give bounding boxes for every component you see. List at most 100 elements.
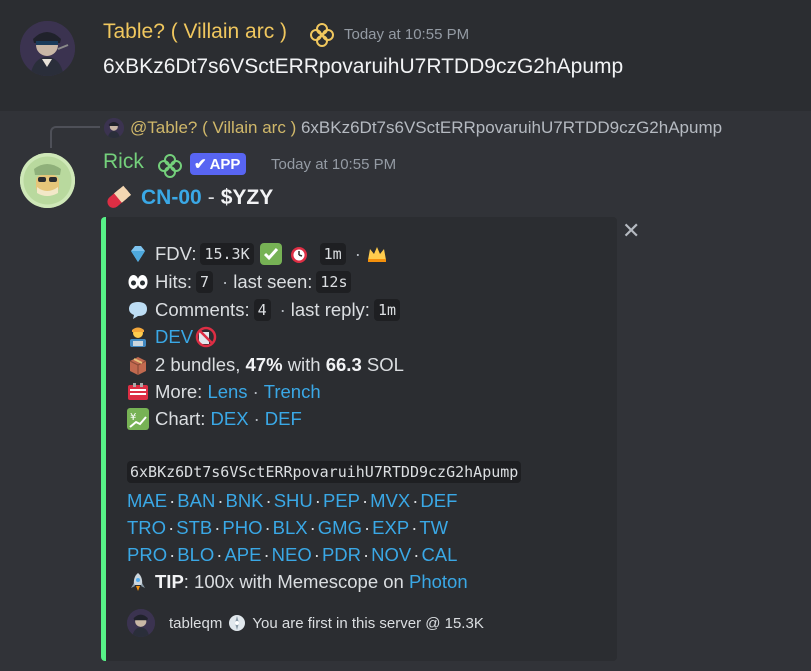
dot-separator: ·: [222, 271, 229, 292]
no-entry-icon: [195, 326, 217, 348]
dot-separator: ·: [413, 544, 420, 565]
dot-separator: ·: [279, 299, 286, 320]
fdv-age: 1m: [319, 243, 346, 265]
reply-avatar: [104, 118, 124, 138]
last-reply-value: 1m: [373, 299, 401, 321]
link-gmg[interactable]: GMG: [318, 517, 362, 539]
flower-role-icon: [157, 153, 183, 184]
username-table[interactable]: Table? ( Villain arc ): [103, 20, 287, 44]
dot-separator: ·: [309, 517, 316, 538]
user-avatar-table[interactable]: [20, 21, 75, 76]
dot-separator: ·: [313, 544, 320, 565]
tip-text: : 100x with Memescope on: [183, 571, 404, 592]
reply-preview[interactable]: @Table? ( Villain arc ) 6xBKz6Dt7s6VSctE…: [130, 118, 722, 138]
dot-separator: ·: [253, 408, 260, 429]
link-cal[interactable]: CAL: [421, 544, 457, 566]
reply-content: 6xBKz6Dt7s6VSctERRpovaruihU7RTDD9czG2hAp…: [300, 118, 723, 137]
dot-separator: ·: [265, 490, 272, 511]
check-mark-icon: [259, 243, 282, 265]
def-link[interactable]: DEF: [265, 408, 302, 430]
link-pro[interactable]: PRO: [127, 544, 167, 566]
token-ticker: $YZY: [220, 186, 274, 209]
mint-address[interactable]: 6xBKz6Dt7s6VSctERRpovaruihU7RTDD9czG2hAp…: [127, 461, 522, 483]
speech-bubble-icon: [127, 299, 149, 321]
link-tro[interactable]: TRO: [127, 517, 166, 539]
dot-separator: ·: [263, 544, 270, 565]
link-exp[interactable]: EXP: [372, 517, 409, 539]
link-ban[interactable]: BAN: [177, 490, 215, 512]
comments-value: 4: [253, 299, 271, 321]
reply-mention[interactable]: @Table? ( Villain arc ): [130, 118, 296, 137]
timestamp: Today at 10:55 PM: [271, 156, 397, 173]
close-icon[interactable]: ✕: [622, 218, 640, 244]
link-bnk[interactable]: BNK: [225, 490, 263, 512]
bundles-percent: 47%: [245, 354, 283, 375]
tip-label: TIP: [155, 571, 184, 592]
link-mae[interactable]: MAE: [127, 490, 167, 512]
chart-label: Chart:: [155, 408, 206, 429]
dot-separator: ·: [217, 490, 224, 511]
lens-link[interactable]: Lens: [207, 381, 247, 403]
chart-yen-icon: ¥: [127, 408, 149, 430]
link-ape[interactable]: APE: [224, 544, 261, 566]
last-seen-label: last seen:: [233, 271, 313, 292]
check-mark-icon: ✔: [194, 156, 207, 173]
dot-separator: ·: [168, 517, 175, 538]
bundles-line: 2 bundles, 47% with 66.3 SOL: [127, 352, 404, 378]
dot-separator: ·: [411, 517, 418, 538]
last-seen-value: 12s: [316, 271, 352, 293]
footer-text: You are first in this server @ 15.3K: [252, 614, 484, 632]
app-badge: ✔ APP: [190, 153, 247, 175]
bundles-with: with: [287, 354, 321, 375]
chart-line: ¥ Chart: DEX · DEF: [127, 406, 302, 432]
link-row-1: MAE · BAN · BNK · SHU · PEP · MVX · DEF: [127, 488, 457, 514]
hits-line: Hits: 7 · last seen: 12s: [127, 269, 355, 295]
dex-link[interactable]: DEX: [211, 408, 249, 430]
dot-separator: ·: [412, 490, 419, 511]
link-stb[interactable]: STB: [176, 517, 212, 539]
dev-line: DEV: [127, 324, 223, 350]
embed-footer: tableqm You are first in this server @ 1…: [127, 609, 484, 637]
flower-role-icon: [309, 22, 335, 53]
link-def[interactable]: DEF: [420, 490, 457, 512]
more-line: More: Lens · Trench: [127, 379, 321, 405]
bot-avatar-rick[interactable]: [20, 153, 75, 208]
reply-connector: [50, 126, 100, 148]
fdv-value: 15.3K: [200, 243, 254, 265]
dot-separator: ·: [363, 544, 370, 565]
dot-separator: ·: [252, 381, 259, 402]
pill-icon: [103, 183, 133, 213]
link-pep[interactable]: PEP: [323, 490, 360, 512]
token-link[interactable]: CN-00: [141, 186, 202, 210]
timestamp: Today at 10:55 PM: [344, 26, 470, 43]
link-shu[interactable]: SHU: [274, 490, 313, 512]
footer-user: tableqm: [169, 614, 223, 632]
username-rick[interactable]: Rick: [103, 150, 144, 174]
link-neo[interactable]: NEO: [272, 544, 312, 566]
card-index-icon: [127, 381, 149, 403]
comments-line: Comments: 4 · last reply: 1m: [127, 297, 404, 323]
link-tw[interactable]: TW: [419, 517, 448, 539]
eyes-icon: [127, 271, 149, 293]
dot-separator: ·: [216, 544, 223, 565]
link-blx[interactable]: BLX: [273, 517, 308, 539]
footer-avatar: [127, 609, 155, 637]
rocket-icon: [127, 571, 149, 593]
bundles-sol: 66.3: [325, 354, 362, 375]
photon-link[interactable]: Photon: [409, 571, 468, 593]
link-mvx[interactable]: MVX: [370, 490, 410, 512]
link-pho[interactable]: PHO: [222, 517, 262, 539]
trench-link[interactable]: Trench: [264, 381, 321, 403]
app-badge-label: APP: [209, 155, 241, 173]
bundles-unit: SOL: [366, 354, 404, 375]
crown-icon: [366, 243, 388, 265]
package-icon: [127, 354, 149, 376]
link-blo[interactable]: BLO: [177, 544, 214, 566]
dev-link[interactable]: DEV: [155, 326, 193, 348]
token-title: CN-00 - $YZY: [103, 183, 273, 213]
technologist-icon: [127, 326, 149, 348]
alarm-clock-icon: [288, 243, 310, 265]
link-nov[interactable]: NOV: [371, 544, 411, 566]
dot-separator: ·: [264, 517, 271, 538]
link-pdr[interactable]: PDR: [322, 544, 361, 566]
